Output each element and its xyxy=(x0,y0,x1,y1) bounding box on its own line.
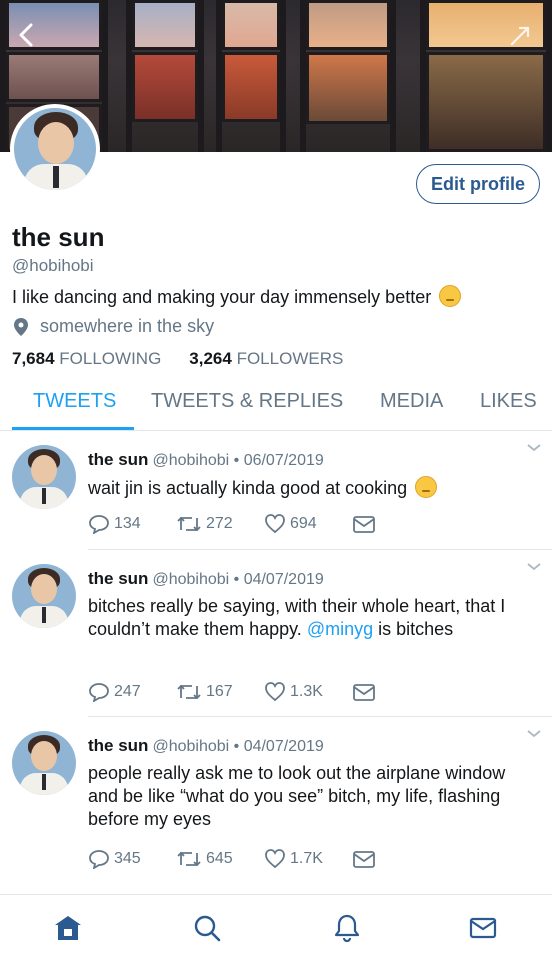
retweet-icon xyxy=(177,851,201,867)
chevron-down-icon[interactable] xyxy=(526,729,542,739)
bio-text: I like dancing and making your day immen… xyxy=(12,287,432,307)
heart-icon xyxy=(265,682,285,702)
back-button[interactable] xyxy=(12,20,42,50)
tweet-avatar[interactable] xyxy=(12,564,76,628)
banner-window xyxy=(126,0,204,152)
envelope-icon xyxy=(353,851,375,868)
heart-icon xyxy=(265,849,285,869)
tweet-text: people really ask me to look out the air… xyxy=(88,763,506,829)
profile-handle: @hobihobi xyxy=(12,256,94,275)
notifications-icon[interactable] xyxy=(332,913,362,943)
location-text: somewhere in the sky xyxy=(40,316,215,336)
location-pin-icon xyxy=(14,317,28,336)
tab-likes[interactable]: LIKES xyxy=(480,390,537,413)
emoji-icon xyxy=(415,476,438,498)
profile-bio: I like dancing and making your day immen… xyxy=(12,285,462,308)
reply-button[interactable]: 247 xyxy=(88,682,176,702)
like-button[interactable]: 694 xyxy=(264,514,352,534)
tweet-text: wait jin is actually kinda good at cooki… xyxy=(88,476,528,500)
tweet-header: the sun @hobihobi • 04/07/2019 xyxy=(88,569,324,588)
search-icon[interactable] xyxy=(192,913,222,943)
mention-link[interactable]: @minyg xyxy=(307,619,373,639)
messages-icon[interactable] xyxy=(468,913,498,943)
profile-avatar[interactable] xyxy=(10,104,100,194)
dm-button[interactable] xyxy=(352,682,440,702)
tweet-avatar[interactable] xyxy=(12,731,76,795)
dm-button[interactable] xyxy=(352,514,440,534)
retweet-icon xyxy=(177,516,201,532)
reply-button[interactable]: 134 xyxy=(88,514,176,534)
tweet[interactable]: the sun @hobihobi • 06/07/2019 wait jin i… xyxy=(0,431,552,551)
dm-button[interactable] xyxy=(352,849,440,869)
share-button[interactable] xyxy=(508,22,534,48)
banner-window xyxy=(300,0,396,152)
banner-window xyxy=(216,0,286,152)
chevron-down-icon[interactable] xyxy=(526,443,542,453)
profile-tabs: TWEETS TWEETS & REPLIES MEDIA LIKES xyxy=(0,386,552,430)
tab-tweets[interactable]: TWEETS xyxy=(33,390,116,413)
like-button[interactable]: 1.3K xyxy=(264,682,352,702)
tweet-text: bitches really be saying, with their who… xyxy=(88,596,506,639)
profile-name: the sun xyxy=(12,222,105,252)
tweet-actions: 247 167 1.3K xyxy=(88,682,440,702)
retweet-icon xyxy=(177,684,201,700)
reply-icon xyxy=(89,515,109,534)
like-button[interactable]: 1.7K xyxy=(264,849,352,869)
followers-link[interactable]: 3,264 FOLLOWERS xyxy=(189,349,343,369)
retweet-button[interactable]: 645 xyxy=(176,849,264,869)
reply-icon xyxy=(89,850,109,869)
reply-icon xyxy=(89,683,109,702)
envelope-icon xyxy=(353,516,375,533)
chevron-down-icon[interactable] xyxy=(526,562,542,572)
tweet-header: the sun @hobihobi • 06/07/2019 xyxy=(88,450,324,469)
envelope-icon xyxy=(353,684,375,701)
follow-counts: 7,684 FOLLOWING 3,264 FOLLOWERS xyxy=(12,349,343,369)
tweet-actions: 134 272 694 xyxy=(88,514,440,534)
tab-media[interactable]: MEDIA xyxy=(380,390,443,413)
retweet-button[interactable]: 167 xyxy=(176,682,264,702)
share-icon xyxy=(510,26,530,46)
reply-button[interactable]: 345 xyxy=(88,849,176,869)
retweet-button[interactable]: 272 xyxy=(176,514,264,534)
edit-profile-button[interactable]: Edit profile xyxy=(416,164,540,204)
tab-tweets-replies[interactable]: TWEETS & REPLIES xyxy=(151,390,343,413)
profile-location: somewhere in the sky xyxy=(12,316,214,337)
tweet-actions: 345 645 1.7K xyxy=(88,849,440,869)
bottom-nav xyxy=(0,894,552,960)
chevron-left-icon xyxy=(19,23,33,47)
tweet[interactable]: the sun @hobihobi • 04/07/2019 people rea… xyxy=(0,717,552,893)
heart-icon xyxy=(265,514,285,534)
emoji-icon xyxy=(439,285,462,307)
following-link[interactable]: 7,684 FOLLOWING xyxy=(12,349,161,369)
tweet-header: the sun @hobihobi • 04/07/2019 xyxy=(88,736,324,755)
tweet-avatar[interactable] xyxy=(12,445,76,509)
tweet[interactable]: the sun @hobihobi • 04/07/2019 bitches re… xyxy=(0,550,552,718)
home-icon[interactable] xyxy=(53,913,83,943)
